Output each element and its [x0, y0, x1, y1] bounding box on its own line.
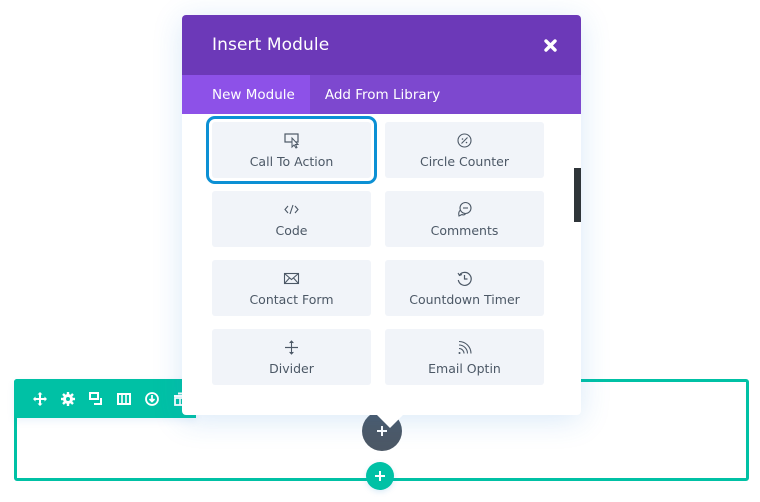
move-icon[interactable]	[26, 385, 54, 413]
envelope-icon	[283, 270, 300, 288]
code-icon	[283, 201, 300, 219]
module-contact-form[interactable]: Contact Form	[212, 260, 371, 316]
duplicate-icon[interactable]	[82, 385, 110, 413]
close-icon	[543, 38, 557, 52]
modal-pointer	[376, 414, 404, 428]
modal-tabs: New Module Add From Library	[182, 75, 581, 114]
module-countdown-timer[interactable]: Countdown Timer	[385, 260, 544, 316]
module-label: Countdown Timer	[409, 291, 520, 307]
scrollbar[interactable]	[574, 168, 581, 222]
rss-icon	[456, 339, 473, 357]
module-list: Call To Action Circle Counter Code Comme…	[182, 114, 581, 415]
divider-icon	[283, 339, 300, 357]
close-button[interactable]	[541, 36, 559, 54]
module-divider[interactable]: Divider	[212, 329, 371, 385]
insert-module-modal: Insert Module New Module Add From Librar…	[182, 15, 581, 428]
module-label: Divider	[269, 360, 314, 376]
plus-icon	[375, 471, 385, 481]
module-comments[interactable]: Comments	[385, 191, 544, 247]
call-to-action-icon	[283, 132, 300, 150]
tab-add-from-library[interactable]: Add From Library	[310, 75, 455, 114]
gear-icon[interactable]	[54, 385, 82, 413]
modal-header: Insert Module	[182, 15, 581, 75]
module-label: Comments	[430, 222, 499, 238]
module-label: Call To Action	[249, 153, 334, 169]
module-email-optin[interactable]: Email Optin	[385, 329, 544, 385]
modal-title: Insert Module	[212, 35, 330, 55]
countdown-timer-icon	[456, 270, 473, 288]
module-label: Code	[275, 222, 308, 238]
columns-icon[interactable]	[110, 385, 138, 413]
save-to-library-icon[interactable]	[138, 385, 166, 413]
module-label: Circle Counter	[419, 153, 510, 169]
module-circle-counter[interactable]: Circle Counter	[385, 122, 544, 178]
add-row-button[interactable]	[366, 462, 394, 490]
comments-icon	[456, 201, 473, 219]
module-label: Contact Form	[249, 291, 334, 307]
circle-counter-icon	[456, 132, 473, 150]
module-label: Email Optin	[428, 360, 501, 376]
module-call-to-action[interactable]: Call To Action	[206, 116, 377, 184]
section-toolbar	[14, 379, 196, 418]
tab-new-module[interactable]: New Module	[182, 75, 310, 114]
module-code[interactable]: Code	[212, 191, 371, 247]
